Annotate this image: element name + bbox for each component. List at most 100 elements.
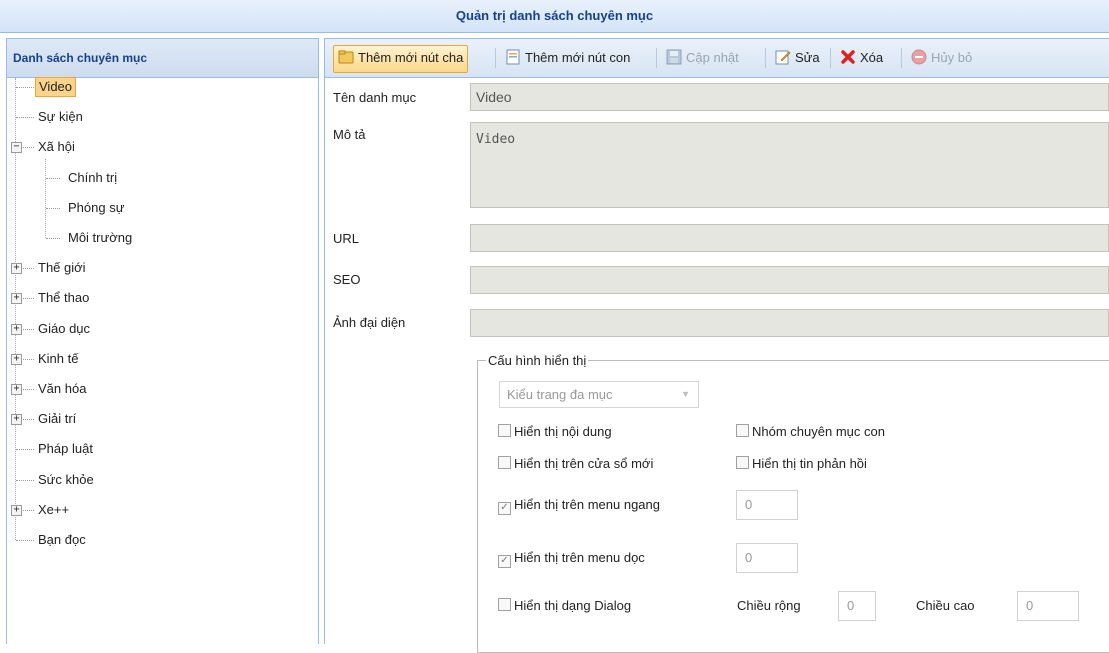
tree-node[interactable]: Giải trí (35, 408, 79, 430)
tree-node[interactable]: Xã hội (35, 136, 78, 158)
tree-node[interactable]: Xe++ (35, 499, 72, 521)
url-field[interactable] (470, 224, 1109, 252)
horizontal-menu-label: Hiển thị trên menu ngang (514, 497, 660, 512)
dialog-label: Hiển thị dạng Dialog (514, 598, 632, 613)
toolbar: Thêm mới nút cha Thêm mới nút con Cập nh… (325, 39, 1109, 78)
vertical-menu-checkbox[interactable]: ✓ Hiển thị trên menu dọc (498, 550, 645, 568)
expand-icon[interactable]: + (11, 353, 22, 365)
avatar-field[interactable] (470, 309, 1109, 337)
update-button[interactable]: Cập nhật (662, 45, 743, 71)
add-parent-label: Thêm mới nút cha (358, 50, 464, 65)
edit-button[interactable]: Sửa (771, 45, 824, 71)
tree-node-label: Sự kiện (38, 109, 83, 125)
delete-button[interactable]: Xóa (836, 45, 887, 71)
horizontal-menu-order-input[interactable]: 0 (736, 490, 798, 520)
tree-connector (16, 87, 34, 88)
expand-icon[interactable]: + (11, 504, 22, 516)
expand-icon[interactable]: + (11, 414, 22, 426)
add-parent-button[interactable]: Thêm mới nút cha (333, 45, 469, 73)
vertical-menu-label: Hiển thị trên menu dọc (514, 550, 645, 565)
checkbox-box (736, 456, 749, 469)
name-label: Tên danh mục (333, 90, 417, 105)
delete-label: Xóa (860, 50, 884, 65)
dialog-checkbox[interactable]: Hiển thị dạng Dialog (498, 598, 631, 614)
tree-node-label: Giải trí (38, 411, 77, 427)
tree-node-label: Văn hóa (38, 381, 87, 396)
show-feedback-label: Hiển thị tin phản hồi (752, 456, 867, 471)
cancel-button[interactable]: Hủy bỏ (907, 45, 976, 71)
new-window-checkbox[interactable]: Hiển thị trên cửa sổ mới (498, 456, 653, 472)
height-label: Chiều cao (916, 598, 975, 613)
checkmark-icon: ✓ (498, 555, 511, 568)
child-group-checkbox[interactable]: Nhóm chuyên mục con (736, 424, 885, 440)
seo-field[interactable] (470, 266, 1109, 294)
tree-connector (16, 540, 34, 541)
add-child-label: Thêm mới nút con (525, 50, 631, 65)
width-input[interactable]: 0 (838, 591, 876, 621)
tree-node-label: Thể thao (38, 290, 90, 306)
vertical-menu-order-input[interactable]: 0 (736, 543, 798, 573)
tree-node[interactable]: Thể thao (35, 287, 92, 309)
tree-node[interactable]: Phóng sự (65, 197, 127, 219)
checkbox-box (498, 456, 511, 469)
tree-connector (46, 238, 60, 239)
tree-connector (16, 449, 34, 451)
tree-node-label: Chính trị (68, 169, 118, 185)
tree-child-line (45, 159, 46, 238)
tree-connector (16, 117, 34, 119)
horizontal-menu-checkbox[interactable]: ✓ Hiển thị trên menu ngang (498, 497, 660, 515)
tree-node-label: Phóng sự (68, 199, 125, 215)
tree-node[interactable]: Sự kiện (35, 106, 86, 128)
tree-node-label: Video (35, 77, 77, 97)
checkbox-box (498, 598, 511, 611)
edit-label: Sửa (795, 50, 820, 65)
show-content-label: Hiển thị nội dung (514, 424, 612, 439)
name-field[interactable]: Video (470, 83, 1109, 111)
tree-connector (46, 207, 60, 209)
show-content-checkbox[interactable]: Hiển thị nội dung (498, 424, 612, 440)
save-icon (666, 49, 682, 65)
tree-node[interactable]: Pháp luật (35, 438, 96, 460)
tree-node[interactable]: Môi trường (65, 227, 135, 249)
tree-node[interactable]: Văn hóa (35, 378, 89, 400)
add-child-button[interactable]: Thêm mới nút con (501, 45, 634, 71)
child-group-label: Nhóm chuyên mục con (752, 424, 885, 439)
height-input[interactable]: 0 (1017, 591, 1079, 621)
expand-icon[interactable]: + (11, 263, 22, 275)
tree-node[interactable]: Video (35, 76, 77, 98)
update-label: Cập nhật (686, 50, 739, 65)
window-title: Quản trị danh sách chuyên mục (0, 0, 1109, 33)
tree-connector (46, 177, 60, 179)
category-tree-panel: Danh sách chuyên mục Video Sự kiện Xã hội −… (6, 38, 319, 644)
tree-node[interactable]: Kinh tế (35, 348, 81, 370)
tree-node[interactable]: Chính trị (65, 167, 120, 189)
chevron-down-icon: ▼ (681, 389, 690, 399)
new-window-label: Hiển thị trên cửa sổ mới (514, 456, 654, 471)
delete-x-icon (841, 50, 855, 64)
expand-icon[interactable]: + (11, 293, 22, 305)
checkbox-box (736, 424, 749, 437)
edit-icon (775, 50, 791, 65)
page-add-icon (506, 49, 520, 65)
tree-node[interactable]: Thế giới (35, 257, 89, 279)
expand-icon[interactable]: + (11, 384, 22, 395)
collapse-icon[interactable]: − (11, 142, 22, 154)
page-type-select[interactable]: Kiểu trang đa mục ▼ (499, 381, 699, 408)
stop-icon (911, 49, 927, 65)
width-label: Chiều rộng (737, 598, 801, 613)
folder-add-icon (338, 50, 354, 64)
tree-node-label: Xe++ (38, 501, 70, 517)
avatar-label: Ảnh đại diện (333, 315, 406, 330)
tree-node-label: Môi trường (68, 230, 133, 245)
tree-connector (16, 479, 34, 481)
tree-node-label: Kinh tế (38, 350, 79, 366)
checkbox-box (498, 424, 511, 437)
tree-node[interactable]: Giáo dục (35, 318, 93, 340)
tree-node[interactable]: Bạn đọc (35, 529, 89, 551)
tree-node-label: Xã hội (38, 139, 75, 155)
description-field[interactable]: Video (470, 122, 1109, 208)
tree-node-label: Sức khỏe (38, 471, 94, 487)
tree-node[interactable]: Sức khỏe (35, 469, 97, 491)
expand-icon[interactable]: + (11, 323, 22, 335)
show-feedback-checkbox[interactable]: Hiển thị tin phản hồi (736, 456, 867, 472)
